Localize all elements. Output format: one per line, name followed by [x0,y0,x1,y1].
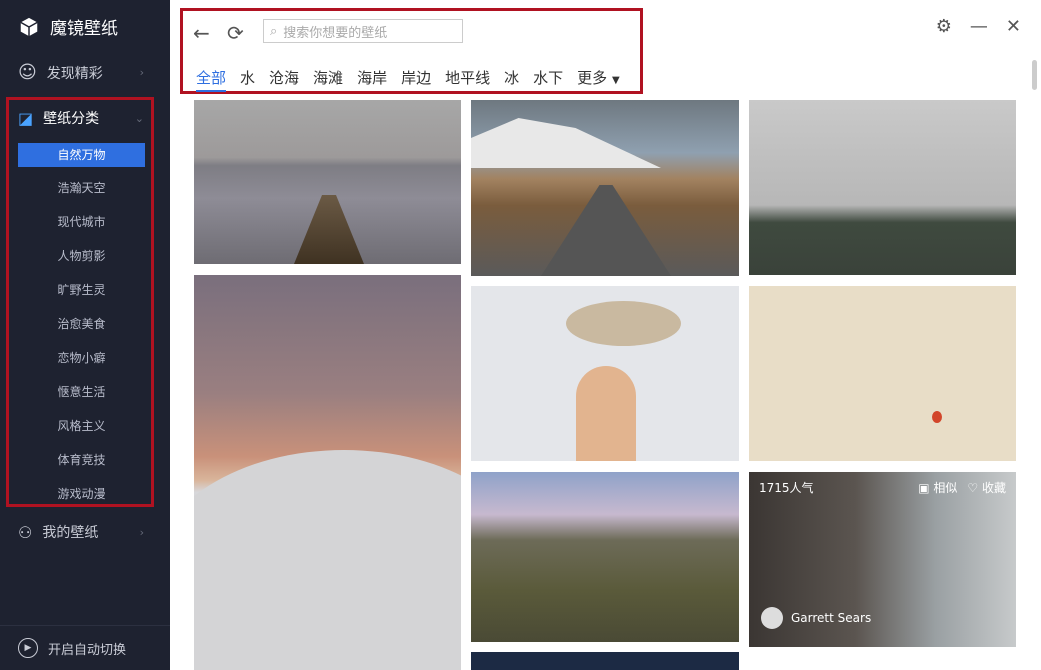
wallpaper-tile[interactable] [471,286,739,461]
tab-underwater[interactable]: 水下 [533,67,563,92]
similar-button[interactable]: ▣ 相似 [918,479,957,496]
tab-sea[interactable]: 沧海 [269,67,299,92]
sidebar: 魔镜壁纸 ☺ 发现精彩 › ◪ 壁纸分类 ⌄ 自然万物 浩瀚天空 现代城市 人物… [0,0,170,670]
tree-canopy [566,301,681,346]
search-input[interactable]: ⌕ 搜索你想要的壁纸 [263,19,463,43]
nav-my-wallpapers-label: 我的壁纸 [42,525,99,541]
cube-icon [20,17,38,36]
tab-horizon[interactable]: 地平线 [445,67,490,92]
avatar [761,607,783,629]
tab-shore[interactable]: 岸边 [401,67,431,92]
wallpaper-tile[interactable] [471,100,739,276]
category-tabs: 全部 水 沧海 海滩 海岸 岸边 地平线 冰 水下 更多 ▼ [196,67,620,92]
caret-down-icon: ▼ [611,75,620,86]
nav-my-wallpapers[interactable]: ⚇ 我的壁纸 › [18,522,158,542]
tile-overlay: 1715人气 ▣ 相似 ♡ 收藏 [749,472,1016,502]
refresh-icon[interactable]: ⟳ [227,21,244,45]
play-icon: ▶ [18,638,38,658]
highlight-box-sidebar [6,97,154,507]
dune [194,450,461,670]
tab-ice[interactable]: 冰 [504,67,519,92]
favorite-label: 收藏 [981,480,1006,495]
user-icon: ⚇ [18,522,33,542]
app-title: 魔镜壁纸 [50,19,118,39]
popularity-count: 1715人气 [759,480,814,495]
highlight-box-toolbar: ← ⟳ ⌕ 搜索你想要的壁纸 全部 水 沧海 海滩 海岸 岸边 地平线 冰 水下… [180,8,643,94]
window-controls: ⚙ — ✕ [936,16,1021,37]
heart-icon: ♡ [967,480,979,495]
app-logo: 魔镜壁纸 [18,14,118,39]
wallpaper-tile[interactable] [194,100,461,264]
author-badge[interactable]: Garrett Sears [761,607,871,629]
wallpaper-tile[interactable] [194,275,461,670]
author-name: Garrett Sears [791,611,872,625]
balloon [932,411,942,423]
road [541,185,671,276]
auto-switch-button[interactable]: ▶ 开启自动切换 [0,625,170,670]
chevron-right-icon: › [139,525,144,539]
main-area: ← ⟳ ⌕ 搜索你想要的壁纸 全部 水 沧海 海滩 海岸 岸边 地平线 冰 水下… [170,0,1041,670]
tab-water[interactable]: 水 [240,67,255,92]
search-icon: ⌕ [270,23,278,39]
search-placeholder: 搜索你想要的壁纸 [283,25,388,41]
chevron-right-icon: › [139,66,144,79]
nav-discover-label: 发现精彩 [46,65,103,82]
discover-icon: ☺ [18,62,37,83]
wallpaper-tile[interactable] [749,100,1016,275]
tab-coast[interactable]: 海岸 [357,67,387,92]
wallpaper-tile[interactable] [749,286,1016,461]
auto-switch-label: 开启自动切换 [48,642,127,658]
minimize-icon[interactable]: — [970,16,988,37]
hands [576,366,636,461]
settings-icon[interactable]: ⚙ [936,16,952,37]
similar-label: 相似 [933,480,958,495]
tab-more-label: 更多 [577,69,608,87]
nav-discover[interactable]: ☺ 发现精彩 › [18,62,158,83]
wallpaper-tile[interactable] [471,472,739,642]
tab-all[interactable]: 全部 [196,67,227,92]
wallpaper-tile[interactable] [471,652,739,670]
tab-beach[interactable]: 海滩 [313,67,343,92]
wallpaper-tile[interactable]: 1715人气 ▣ 相似 ♡ 收藏 Garrett Sears [749,472,1016,647]
close-icon[interactable]: ✕ [1006,16,1021,37]
back-arrow-icon[interactable]: ← [193,21,210,45]
image-icon: ▣ [918,480,930,495]
tab-more[interactable]: 更多 ▼ [577,67,620,92]
favorite-button[interactable]: ♡ 收藏 [967,479,1006,496]
scrollbar[interactable] [1032,60,1037,90]
mountain [471,118,661,168]
pier [294,195,364,264]
